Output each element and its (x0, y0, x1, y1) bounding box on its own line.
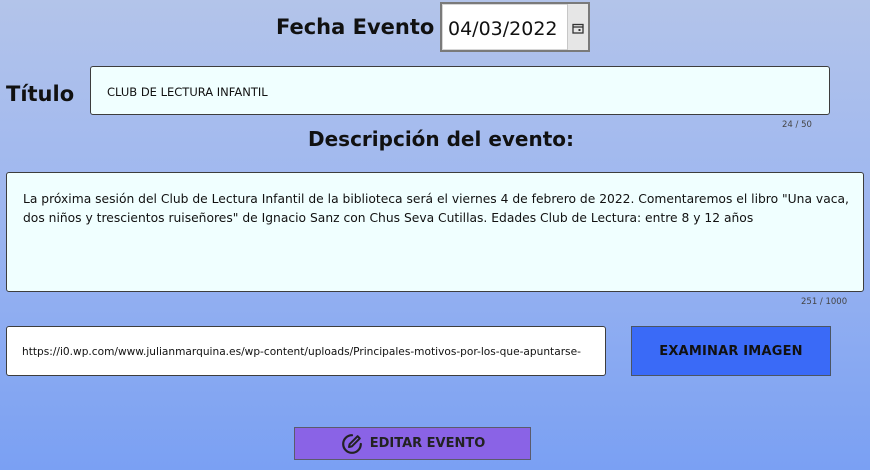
titulo-input[interactable]: CLUB DE LECTURA INFANTIL (90, 66, 830, 115)
fecha-evento-input[interactable]: 04/03/2022 (440, 2, 590, 52)
examinar-imagen-label: EXAMINAR IMAGEN (659, 343, 803, 359)
titulo-label: Título (6, 82, 75, 106)
descripcion-label: Descripción del evento: (308, 127, 575, 151)
imagen-url-value: https://i0.wp.com/www.julianmarquina.es/… (22, 346, 581, 358)
titulo-char-counter: 24 / 50 (782, 120, 812, 130)
imagen-url-input[interactable]: https://i0.wp.com/www.julianmarquina.es/… (6, 326, 606, 376)
editar-evento-button[interactable]: EDITAR EVENTO (294, 427, 531, 460)
edit-icon (341, 433, 362, 454)
calendar-picker-button[interactable] (567, 4, 588, 50)
fecha-evento-value: 04/03/2022 (448, 18, 558, 40)
examinar-imagen-button[interactable]: EXAMINAR IMAGEN (631, 326, 831, 376)
descripcion-char-counter: 251 / 1000 (801, 297, 848, 307)
descripcion-textarea[interactable]: La próxima sesión del Club de Lectura In… (6, 172, 864, 292)
calendar-icon (572, 23, 584, 34)
fecha-evento-label: Fecha Evento (276, 15, 435, 39)
titulo-value: CLUB DE LECTURA INFANTIL (107, 85, 268, 99)
editar-evento-label: EDITAR EVENTO (369, 436, 486, 451)
descripcion-value: La próxima sesión del Club de Lectura In… (23, 192, 849, 225)
